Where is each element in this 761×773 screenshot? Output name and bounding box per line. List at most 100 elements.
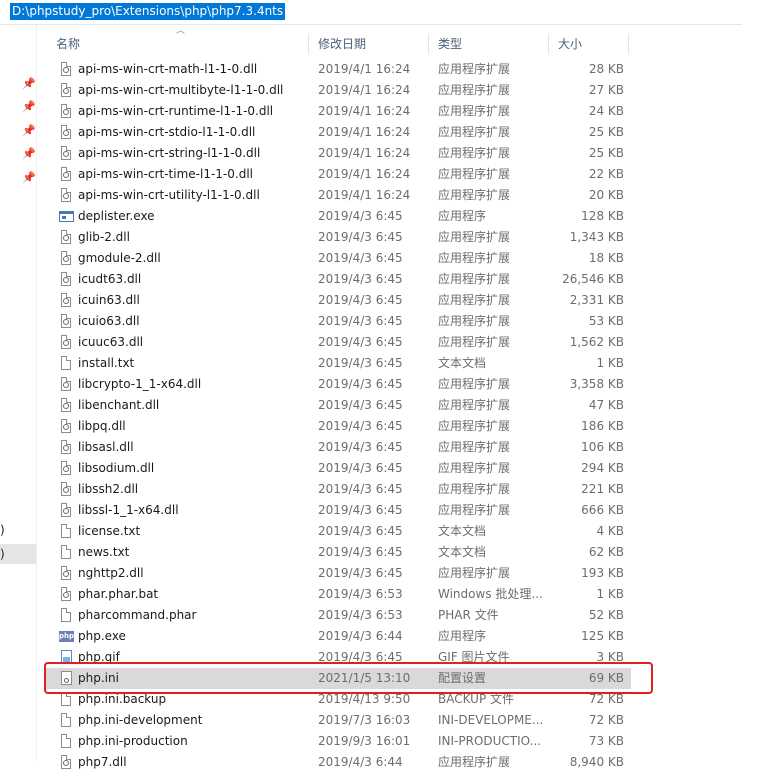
column-divider[interactable] bbox=[628, 34, 629, 54]
file-size: 2,331 KB bbox=[569, 293, 624, 307]
file-modified-date: 2019/4/3 6:53 bbox=[318, 608, 403, 622]
file-row[interactable]: libenchant.dll 2019/4/3 6:45 应用程序扩展 47 KB bbox=[46, 395, 631, 416]
file-type: 应用程序扩展 bbox=[438, 167, 511, 181]
file-type: 应用程序扩展 bbox=[438, 125, 511, 139]
file-modified-date: 2019/4/3 6:44 bbox=[318, 755, 403, 769]
file-type: 应用程序扩展 bbox=[438, 461, 511, 475]
file-name: icuio63.dll bbox=[78, 314, 140, 328]
file-row[interactable]: install.txt 2019/4/3 6:45 文本文档 1 KB bbox=[46, 353, 631, 374]
file-row[interactable]: api-ms-win-crt-string-l1-1-0.dll 2019/4/1… bbox=[46, 143, 631, 164]
file-row[interactable]: libpq.dll 2019/4/3 6:45 应用程序扩展 186 KB bbox=[46, 416, 631, 437]
pin-icon[interactable]: 📌 bbox=[22, 148, 36, 160]
file-size: 1 KB bbox=[596, 587, 624, 601]
dll-icon bbox=[59, 146, 74, 161]
file-size: 18 KB bbox=[588, 251, 624, 265]
dll-icon bbox=[59, 83, 74, 98]
file-row[interactable]: api-ms-win-crt-utility-l1-1-0.dll 2019/4/… bbox=[46, 185, 631, 206]
column-header-name[interactable]: 名称 bbox=[46, 30, 308, 58]
file-row[interactable]: api-ms-win-crt-math-l1-1-0.dll 2019/4/1 1… bbox=[46, 59, 631, 80]
dll-icon bbox=[59, 167, 74, 182]
file-modified-date: 2019/4/3 6:45 bbox=[318, 440, 403, 454]
file-size: 73 KB bbox=[588, 734, 624, 748]
dll-icon bbox=[59, 125, 74, 140]
pin-icon[interactable]: 📌 bbox=[22, 172, 36, 184]
file-type: 应用程序扩展 bbox=[438, 755, 511, 769]
file-modified-date: 2019/4/3 6:53 bbox=[318, 587, 403, 601]
file-modified-date: 2019/4/3 6:45 bbox=[318, 461, 403, 475]
file-name: install.txt bbox=[78, 356, 135, 370]
file-type: 应用程序扩展 bbox=[438, 377, 511, 391]
file-modified-date: 2019/4/3 6:45 bbox=[318, 335, 403, 349]
file-row[interactable]: icuio63.dll 2019/4/3 6:45 应用程序扩展 53 KB bbox=[46, 311, 631, 332]
pin-icon[interactable]: 📌 bbox=[22, 78, 36, 90]
file-name: deplister.exe bbox=[78, 209, 155, 223]
file-modified-date: 2019/4/3 6:45 bbox=[318, 482, 403, 496]
file-row[interactable]: gmodule-2.dll 2019/4/3 6:45 应用程序扩展 18 KB bbox=[46, 248, 631, 269]
nav-item-fragment[interactable]: ) bbox=[0, 544, 12, 564]
dll-icon bbox=[59, 755, 74, 770]
file-row[interactable]: nghttp2.dll 2019/4/3 6:45 应用程序扩展 193 KB bbox=[46, 563, 631, 584]
file-type: 应用程序 bbox=[438, 209, 487, 223]
file-modified-date: 2019/4/1 16:24 bbox=[318, 146, 411, 160]
file-row[interactable]: libsasl.dll 2019/4/3 6:45 应用程序扩展 106 KB bbox=[46, 437, 631, 458]
file-type: 应用程序扩展 bbox=[438, 293, 511, 307]
dll-icon bbox=[59, 461, 74, 476]
file-size: 294 KB bbox=[581, 461, 624, 475]
file-size: 53 KB bbox=[588, 314, 624, 328]
file-type: 应用程序扩展 bbox=[438, 566, 511, 580]
file-row[interactable]: php php.exe 2019/4/3 6:44 应用程序 125 KB bbox=[46, 626, 631, 647]
column-header-size[interactable]: 大小 bbox=[548, 30, 628, 58]
column-header-modified[interactable]: 修改日期 bbox=[308, 30, 428, 58]
file-row[interactable]: deplister.exe 2019/4/3 6:45 应用程序 128 KB bbox=[46, 206, 631, 227]
file-row[interactable]: api-ms-win-crt-multibyte-l1-1-0.dll 2019/… bbox=[46, 80, 631, 101]
file-row[interactable]: icuin63.dll 2019/4/3 6:45 应用程序扩展 2,331 KB bbox=[46, 290, 631, 311]
file-name: libenchant.dll bbox=[78, 398, 160, 412]
vertical-scrollbar[interactable] bbox=[742, 24, 761, 762]
file-type: 应用程序扩展 bbox=[438, 230, 511, 244]
file-row[interactable]: api-ms-win-crt-time-l1-1-0.dll 2019/4/1 1… bbox=[46, 164, 631, 185]
file-size: 128 KB bbox=[581, 209, 624, 223]
address-path[interactable]: D:\phpstudy_pro\Extensions\php\php7.3.4n… bbox=[10, 3, 286, 20]
file-row[interactable]: libssl-1_1-x64.dll 2019/4/3 6:45 应用程序扩展 666… bbox=[46, 500, 631, 521]
address-bar[interactable]: D:\phpstudy_pro\Extensions\php\php7.3.4n… bbox=[0, 0, 761, 25]
file-row[interactable]: license.txt 2019/4/3 6:45 文本文档 4 KB bbox=[46, 521, 631, 542]
file-modified-date: 2019/4/3 6:45 bbox=[318, 209, 403, 223]
file-row[interactable]: php.ini-development 2019/7/3 16:03 INI-DEV… bbox=[46, 710, 631, 731]
pin-icon[interactable]: 📌 bbox=[22, 101, 36, 113]
file-type: 应用程序扩展 bbox=[438, 398, 511, 412]
file-size: 47 KB bbox=[588, 398, 624, 412]
file-modified-date: 2019/4/1 16:24 bbox=[318, 167, 411, 181]
file-modified-date: 2019/4/1 16:24 bbox=[318, 62, 411, 76]
batch-file-icon bbox=[59, 587, 74, 602]
file-row[interactable]: phar.phar.bat 2019/4/3 6:53 Windows 批处理...… bbox=[46, 584, 631, 605]
column-header-type[interactable]: 类型 bbox=[428, 30, 548, 58]
file-size: 22 KB bbox=[588, 167, 624, 181]
file-row[interactable]: libssh2.dll 2019/4/3 6:45 应用程序扩展 221 KB bbox=[46, 479, 631, 500]
navigation-pane: 📌 📌 📌 📌 📌 ) ) bbox=[0, 25, 37, 762]
exe-icon bbox=[59, 209, 74, 224]
file-modified-date: 2019/4/3 6:45 bbox=[318, 503, 403, 517]
file-row[interactable]: icuuc63.dll 2019/4/3 6:45 应用程序扩展 1,562 KB bbox=[46, 332, 631, 353]
file-row[interactable]: api-ms-win-crt-runtime-l1-1-0.dll 2019/4/… bbox=[46, 101, 631, 122]
file-row[interactable]: glib-2.dll 2019/4/3 6:45 应用程序扩展 1,343 KB bbox=[46, 227, 631, 248]
pin-icon[interactable]: 📌 bbox=[22, 125, 36, 137]
file-row[interactable]: api-ms-win-crt-stdio-l1-1-0.dll 2019/4/1 … bbox=[46, 122, 631, 143]
file-modified-date: 2019/4/3 6:45 bbox=[318, 398, 403, 412]
file-row[interactable]: news.txt 2019/4/3 6:45 文本文档 62 KB bbox=[46, 542, 631, 563]
file-modified-date: 2019/4/3 6:45 bbox=[318, 356, 403, 370]
file-name: nghttp2.dll bbox=[78, 566, 144, 580]
file-size: 106 KB bbox=[581, 440, 624, 454]
file-row[interactable]: libsodium.dll 2019/4/3 6:45 应用程序扩展 294 KB bbox=[46, 458, 631, 479]
file-name: api-ms-win-crt-stdio-l1-1-0.dll bbox=[78, 125, 256, 139]
file-row[interactable]: libcrypto-1_1-x64.dll 2019/4/3 6:45 应用程序扩展… bbox=[46, 374, 631, 395]
file-row[interactable]: pharcommand.phar 2019/4/3 6:53 PHAR 文件 52 K… bbox=[46, 605, 631, 626]
file-name: php.ini-production bbox=[78, 734, 188, 748]
file-row[interactable]: php.ini-production 2019/9/3 16:01 INI-PROD… bbox=[46, 731, 631, 752]
file-row[interactable]: icudt63.dll 2019/4/3 6:45 应用程序扩展 26,546 KB bbox=[46, 269, 631, 290]
file-modified-date: 2019/4/3 6:45 bbox=[318, 293, 403, 307]
file-row[interactable]: php7.dll 2019/4/3 6:44 应用程序扩展 8,940 KB bbox=[46, 752, 631, 773]
file-modified-date: 2019/4/1 16:24 bbox=[318, 104, 411, 118]
file-size: 62 KB bbox=[588, 545, 624, 559]
nav-item-fragment[interactable]: ) bbox=[0, 520, 12, 540]
file-name: api-ms-win-crt-multibyte-l1-1-0.dll bbox=[78, 83, 284, 97]
